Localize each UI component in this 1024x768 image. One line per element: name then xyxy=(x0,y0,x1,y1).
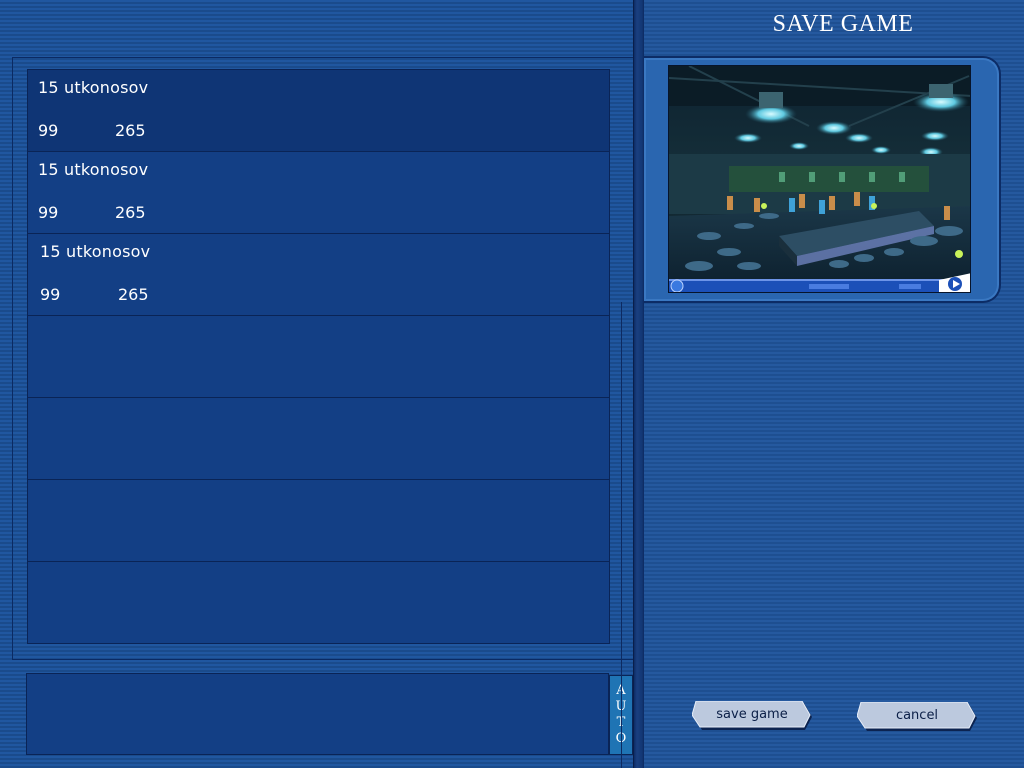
save-slot-day: 265 xyxy=(118,285,149,304)
save-slot-list[interactable]: 15 utkonosov 99 265 15 utkonosov 99 265 … xyxy=(27,69,610,644)
save-slot-4[interactable] xyxy=(28,316,609,398)
game-screenshot-preview xyxy=(668,65,971,293)
save-game-label: save game xyxy=(716,707,788,722)
save-game-button[interactable]: save game xyxy=(692,701,812,730)
save-slot-money: 99 xyxy=(38,121,59,140)
save-slot-5[interactable] xyxy=(28,398,609,480)
cancel-label: cancel xyxy=(895,708,939,723)
save-slot-name: 15 utkonosov xyxy=(40,242,151,261)
save-slot-7[interactable] xyxy=(28,562,609,643)
save-slot-1[interactable]: 15 utkonosov 99 265 xyxy=(28,70,609,152)
page-title: SAVE GAME xyxy=(772,11,914,37)
save-slot-6[interactable] xyxy=(28,480,609,562)
save-slot-3[interactable]: 15 utkonosov 99 265 xyxy=(28,234,609,316)
bar-scene-image xyxy=(669,66,970,292)
save-slot-money: 99 xyxy=(38,203,59,222)
panel-divider xyxy=(633,0,644,768)
save-slot-money: 99 xyxy=(40,285,61,304)
cancel-button[interactable]: cancel xyxy=(857,702,977,731)
save-name-input[interactable] xyxy=(26,673,609,755)
save-slot-day: 265 xyxy=(115,121,146,140)
save-slot-name: 15 utkonosov xyxy=(38,160,149,179)
save-slot-day: 265 xyxy=(115,203,146,222)
save-slot-2[interactable]: 15 utkonosov 99 265 xyxy=(28,152,609,234)
save-slot-name: 15 utkonosov xyxy=(38,78,149,97)
